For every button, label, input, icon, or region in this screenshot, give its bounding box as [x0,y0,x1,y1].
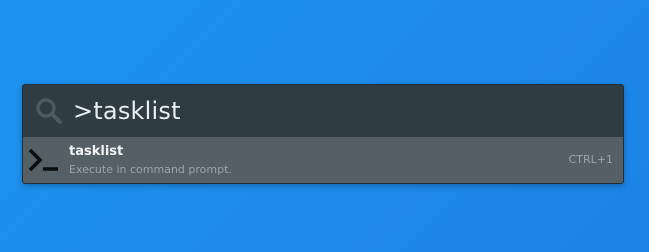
terminal-icon [28,148,60,172]
result-subtitle: Execute in command prompt. [69,163,232,176]
search-input[interactable] [73,93,603,129]
result-hotkey: CTRL+1 [568,153,613,166]
search-icon [35,97,63,125]
result-title: tasklist [69,144,124,159]
command-launcher: tasklist Execute in command prompt. CTRL… [22,84,624,184]
result-item[interactable]: tasklist Execute in command prompt. CTRL… [23,137,623,183]
search-bar [23,85,623,137]
